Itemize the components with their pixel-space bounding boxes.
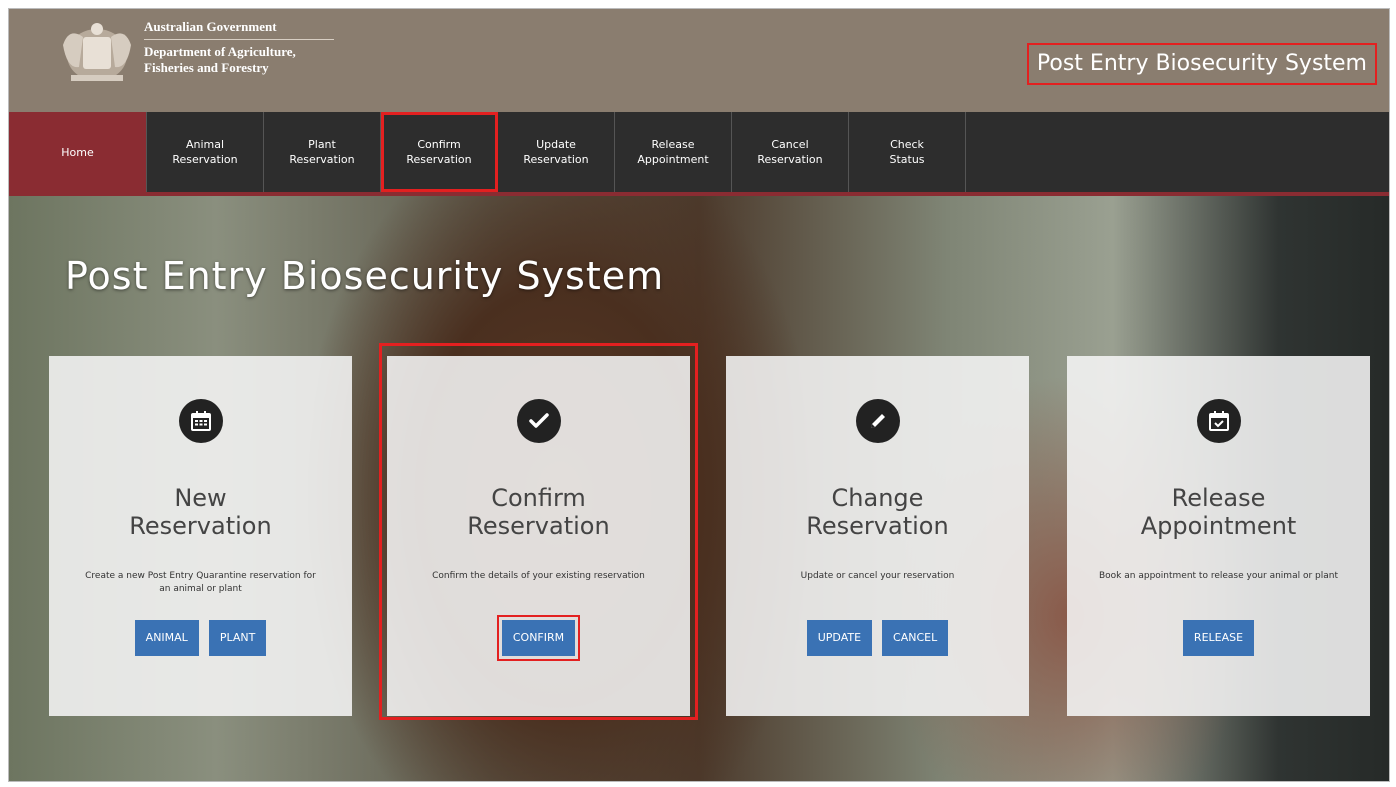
card-title-line2: Reservation [129,512,272,540]
cancel-button[interactable]: CANCEL [882,620,949,656]
government-branding: Australian Government Department of Agri… [144,19,334,76]
nav-label: Plant Reservation [289,138,355,166]
card-title-line1: Change [831,484,924,512]
nav-label: Cancel Reservation [757,138,823,166]
card-title-line1: New [174,484,227,512]
card-title: Change Reservation [726,484,1029,540]
nav-update-reservation[interactable]: Update Reservation [498,112,615,192]
card-release-appointment: Release Appointment Book an appointment … [1067,356,1370,716]
release-button[interactable]: RELEASE [1182,620,1255,656]
card-description: Confirm the details of your existing res… [432,571,645,581]
card-new-reservation: New Reservation Create a new Post Entry … [49,356,352,716]
nav-release-appointment[interactable]: Release Appointment [615,112,732,192]
calendar-check-icon [1196,399,1241,443]
department-name-line1: Department of Agriculture, [144,44,296,59]
card-title-line2: Reservation [806,512,949,540]
nav-label: Update Reservation [523,138,589,166]
card-description: Create a new Post Entry Quarantine reser… [85,571,316,594]
nav-cancel-reservation[interactable]: Cancel Reservation [732,112,849,192]
nav-label: Release Appointment [637,138,709,166]
hero-banner: Post Entry Biosecurity System New Reserv… [9,196,1389,781]
page-frame: Australian Government Department of Agri… [8,8,1390,782]
system-title: Post Entry Biosecurity System [1026,43,1377,85]
card-change-reservation: Change Reservation Update or cancel your… [726,356,1029,716]
plant-button[interactable]: PLANT [208,620,267,656]
nav-check-status[interactable]: Check Status [849,112,966,192]
nav-filler [966,112,1389,192]
update-button[interactable]: UPDATE [806,620,873,656]
nav-label: Confirm Reservation [406,138,472,166]
pencil-icon-glyph [870,414,885,428]
nav-animal-reservation[interactable]: Animal Reservation [147,112,264,192]
card-buttons: UPDATE CANCEL [726,620,1029,656]
card-title-line2: Reservation [467,512,610,540]
hero-title: Post Entry Biosecurity System [65,254,665,298]
coat-of-arms-logo [63,23,131,81]
checkmark-icon-glyph [528,413,549,428]
calendar-check-icon-glyph [1208,411,1229,431]
animal-button[interactable]: ANIMAL [134,620,199,656]
nav-label: Home [61,145,94,159]
nav-label: Animal Reservation [172,138,238,166]
calendar-grid-icon-glyph [190,411,211,431]
card-title-line1: Release [1171,484,1266,512]
site-header: Australian Government Department of Agri… [9,9,1389,112]
gov-name: Australian Government [144,19,334,40]
card-confirm-reservation: Confirm Reservation Confirm the details … [387,356,690,716]
confirm-button[interactable]: CONFIRM [496,615,581,661]
card-title: New Reservation [49,484,352,540]
card-title-line2: Appointment [1140,512,1297,540]
pencil-icon [855,399,900,443]
nav-label: Check Status [889,138,925,166]
nav-plant-reservation[interactable]: Plant Reservation [264,112,381,192]
card-title-line1: Confirm [491,484,586,512]
main-nav: Home Animal Reservation Plant Reservatio… [9,112,1389,196]
card-description: Update or cancel your reservation [800,571,955,581]
card-title: Confirm Reservation [387,484,690,540]
card-buttons: ANIMAL PLANT [49,620,352,656]
card-title: Release Appointment [1067,484,1370,540]
calendar-grid-icon [178,399,223,443]
card-buttons: RELEASE [1067,620,1370,656]
nav-confirm-reservation[interactable]: Confirm Reservation [381,112,498,192]
checkmark-icon [516,399,561,443]
card-buttons: CONFIRM [387,615,690,661]
card-description: Book an appointment to release your anim… [1099,571,1338,581]
nav-home[interactable]: Home [9,112,147,192]
department-name-line2: Fisheries and Forestry [144,60,269,75]
